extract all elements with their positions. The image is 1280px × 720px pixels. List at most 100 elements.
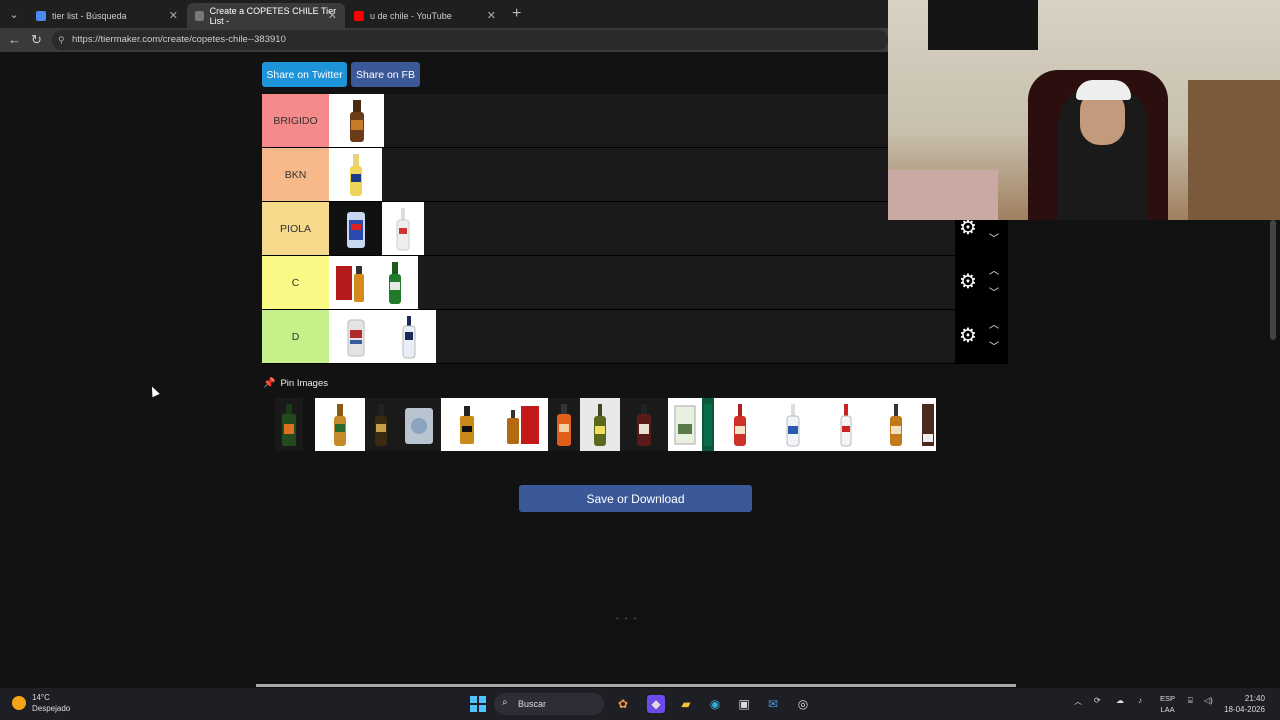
language-code: ESP	[1160, 694, 1176, 703]
system-clock[interactable]: 21:40 18-04-2026	[1224, 693, 1265, 715]
pin-images-toggle[interactable]: 📌 Pin Images	[263, 378, 328, 389]
tier-label[interactable]: D	[262, 310, 329, 363]
beer-bottle-green-item[interactable]	[372, 256, 418, 309]
tab-search[interactable]: tier list - Búsqueda ✕	[28, 3, 186, 28]
volume-icon[interactable]: ◁)	[1204, 696, 1213, 705]
pisco-bottle-white-item[interactable]	[382, 202, 424, 255]
new-tab-icon[interactable]: +	[512, 5, 521, 23]
tier-row: C	[262, 256, 1008, 310]
beer-can-white-item[interactable]	[329, 310, 382, 363]
reload-icon[interactable]: ↻	[31, 32, 42, 48]
onedrive-icon[interactable]: ☁	[1116, 696, 1124, 705]
language-indicator[interactable]: ESP LAA	[1160, 693, 1175, 715]
beer-bottle-dark-item[interactable]	[365, 398, 397, 451]
copilot-icon[interactable]: ◆	[647, 695, 665, 713]
microsoft-store-icon[interactable]: ▣	[735, 695, 753, 713]
jagermeister-bottle-item[interactable]	[275, 398, 303, 451]
loading-dots: •••	[616, 614, 643, 623]
tray-expand-icon[interactable]: ︿	[1074, 696, 1082, 707]
windows-start-icon[interactable]	[469, 695, 487, 713]
url-text: https://tiermaker.com/create/copetes-chi…	[72, 34, 286, 45]
chevron-down-icon[interactable]: ﹀	[989, 284, 999, 299]
gear-icon[interactable]: ⚙	[959, 323, 977, 348]
tier-row: D	[262, 310, 1008, 364]
tier-label[interactable]: C	[262, 256, 329, 309]
rum-bottle-dark-item[interactable]	[620, 398, 668, 451]
wine-bottle-green-item[interactable]	[580, 398, 620, 451]
temperature: 14°C	[32, 693, 50, 702]
tier-controls: ⚙ ︿ ﹀	[955, 256, 1008, 309]
chevron-down-icon[interactable]: ﹀	[989, 230, 999, 245]
whisky-orange-item[interactable]	[548, 398, 580, 451]
network-icon[interactable]: ⌸	[1188, 696, 1193, 706]
file-explorer-icon[interactable]: ▰	[677, 695, 695, 713]
beer-can-blue-item[interactable]	[329, 202, 382, 255]
close-icon[interactable]: ✕	[487, 9, 496, 22]
tier-items	[329, 310, 436, 363]
keyboard-layout: LAA	[1160, 705, 1175, 714]
tier-label[interactable]: BRIGIDO	[262, 94, 329, 147]
search-favicon-icon	[36, 10, 46, 21]
share-twitter-button[interactable]: Share on Twitter	[262, 62, 347, 87]
close-icon[interactable]: ✕	[328, 9, 337, 22]
tier-controls: ⚙ ︿ ﹀	[955, 310, 1008, 363]
whisky-red-box-item[interactable]	[329, 256, 372, 309]
weather-sun-icon	[12, 696, 26, 710]
whisky-gift-box-item[interactable]	[493, 398, 548, 451]
tab-tiermaker[interactable]: Create a COPETES CHILE Tier List - ✕	[187, 3, 345, 28]
webcam-overlay	[888, 0, 1280, 220]
tulips-widget-icon[interactable]: ✿	[609, 695, 637, 713]
mail-icon[interactable]: ✉	[764, 695, 782, 713]
url-field[interactable]: ⚲ https://tiermaker.com/create/copetes-c…	[52, 30, 888, 50]
microphone-icon[interactable]: ♪	[1138, 696, 1142, 705]
pushpin-icon: 📌	[263, 378, 276, 389]
tier-items	[329, 148, 382, 201]
pisco-blue-bottle-item[interactable]	[766, 398, 819, 451]
tab-list-icon[interactable]: ⌄	[4, 4, 24, 24]
tier-label[interactable]: BKN	[262, 148, 329, 201]
tiermaker-favicon-icon	[195, 10, 204, 21]
streamer-cap	[1076, 80, 1131, 100]
tier-items	[329, 94, 384, 147]
weather-widget[interactable]: 14°C Despejado	[12, 692, 70, 714]
tab-title: Create a COPETES CHILE Tier List -	[209, 5, 337, 26]
chevron-up-icon[interactable]: ︿	[989, 262, 999, 277]
chrome-icon[interactable]: ◎	[794, 695, 812, 713]
search-icon: ⌕	[502, 697, 508, 708]
aperitif-red-bottle-item[interactable]	[714, 398, 766, 451]
site-info-icon[interactable]: ⚲	[58, 30, 65, 50]
shelf-background	[1188, 80, 1280, 220]
taskbar-search[interactable]: ⌕ Buscar	[494, 693, 604, 715]
mouse-cursor-icon	[148, 384, 160, 398]
search-label: Buscar	[518, 699, 547, 709]
tier-label[interactable]: PIOLA	[262, 202, 329, 255]
rum-750-box-item[interactable]	[920, 398, 936, 451]
vertical-scrollbar[interactable]	[1270, 220, 1276, 340]
mistral-ice-pack-item[interactable]	[397, 398, 441, 451]
clock-time: 21:40	[1244, 694, 1265, 703]
vodka-bottle-clear-item[interactable]	[382, 310, 436, 363]
save-or-download-button[interactable]: Save or Download	[519, 485, 752, 512]
rum-amber-bottle-item[interactable]	[872, 398, 920, 451]
chevron-up-icon[interactable]: ︿	[989, 316, 999, 331]
tier-items	[329, 202, 424, 255]
edge-browser-icon[interactable]: ◉	[706, 695, 724, 713]
beer-bottle-corona-item[interactable]	[329, 148, 382, 201]
wine-tall-box-item[interactable]	[702, 398, 714, 451]
horizontal-scrollbar[interactable]	[256, 684, 1016, 687]
gear-icon[interactable]: ⚙	[959, 269, 977, 294]
wine-box-white-item[interactable]	[668, 398, 702, 451]
tab-youtube[interactable]: u de chile - YouTube ✕	[346, 3, 504, 28]
whisky-bottle-item[interactable]	[441, 398, 493, 451]
beer-bottle-amber-item[interactable]	[315, 398, 365, 451]
chevron-down-icon[interactable]: ﹀	[989, 338, 999, 353]
back-icon[interactable]: ←	[8, 32, 21, 47]
youtube-favicon-icon	[354, 10, 364, 21]
beer-bottle-brown-item[interactable]	[329, 94, 384, 147]
share-facebook-button[interactable]: Share on FB	[351, 62, 420, 87]
close-icon[interactable]: ✕	[169, 9, 178, 22]
vodka-clear-bottle-item[interactable]	[819, 398, 872, 451]
tray-app-icon[interactable]: ⟳	[1094, 696, 1101, 705]
tier-items	[329, 256, 418, 309]
